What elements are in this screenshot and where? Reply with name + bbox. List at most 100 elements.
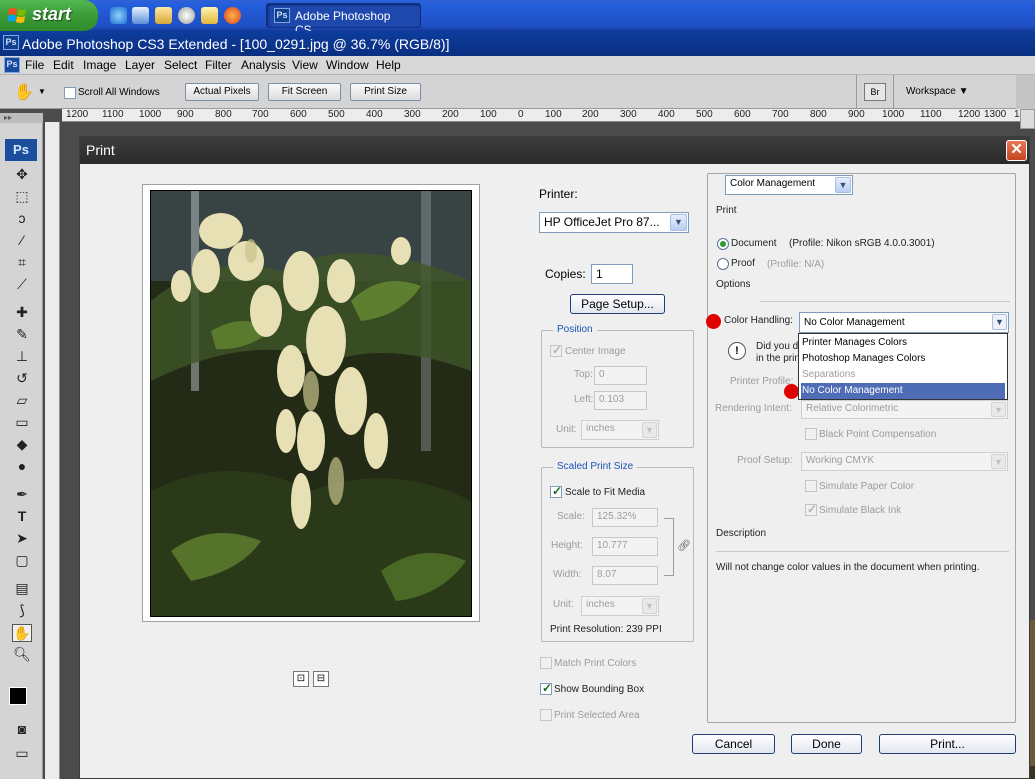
menu-layer[interactable]: Layer [125, 58, 155, 72]
section-select[interactable]: Color Management ▼ [725, 175, 853, 195]
center-orientation-icon[interactable]: ⊡ [293, 671, 309, 687]
eraser-tool-icon[interactable]: ▱ [12, 392, 32, 410]
ruler-label: 1200 [958, 109, 981, 120]
menu-help[interactable]: Help [376, 58, 401, 72]
color-handling-select[interactable]: No Color Management ▼ [799, 312, 1009, 333]
print-button[interactable]: Print... [879, 734, 1016, 754]
option-printer-manages-colors[interactable]: Printer Manages Colors [801, 335, 1005, 351]
dodge-tool-icon[interactable]: ● [12, 458, 32, 476]
simulate-black-ink-checkbox[interactable] [805, 502, 817, 516]
option-no-color-management[interactable]: No Color Management [801, 383, 1005, 399]
menu-analysis[interactable]: Analysis [241, 58, 286, 72]
vertical-scrollbar-up[interactable] [1020, 109, 1035, 129]
photoshop-icon: Ps [3, 35, 19, 50]
eyedropper-tool-icon[interactable]: ⟆ [12, 602, 32, 620]
brush-tool-icon[interactable]: ✎ [12, 326, 32, 344]
fit-screen-button[interactable]: Fit Screen [268, 83, 341, 101]
ruler-label: 1300 [984, 109, 1007, 120]
left-input[interactable]: 0.103 [594, 391, 647, 410]
pen-tool-icon[interactable]: ✒ [12, 486, 32, 504]
rotate-orientation-icon[interactable]: ⊟ [313, 671, 329, 687]
scaled-print-size-group: Scaled Print Size Scale to Fit Media Sca… [541, 461, 694, 642]
magic-wand-tool-icon[interactable]: ⁄ [12, 232, 32, 250]
taskbar-photoshop-button[interactable]: Ps Adobe Photoshop CS... [266, 3, 421, 37]
close-icon[interactable]: ✕ [1006, 140, 1027, 161]
path-selection-tool-icon[interactable]: ➤ [12, 530, 32, 548]
folder-icon[interactable] [201, 7, 218, 24]
simulate-paper-color-checkbox[interactable] [805, 480, 817, 492]
chevron-down-icon: ▼ [991, 402, 1006, 417]
screen-mode-icon[interactable]: ▭ [12, 745, 32, 763]
crop-tool-icon[interactable]: ⌗ [12, 254, 32, 272]
gradient-tool-icon[interactable]: ▭ [12, 414, 32, 432]
toolbox-collapse-icon[interactable]: ▸▸ [0, 113, 43, 123]
printer-select[interactable]: HP OfficeJet Pro 87... ▼ [539, 212, 689, 233]
zoom-tool-icon[interactable]: 🔍︎ [12, 646, 32, 664]
quick-mask-icon[interactable]: ◙ [12, 721, 32, 739]
width-input[interactable]: 8.07 [592, 566, 658, 585]
panel-well [1016, 75, 1035, 109]
menu-filter[interactable]: Filter [205, 58, 232, 72]
print-size-button[interactable]: Print Size [350, 83, 421, 101]
menu-image[interactable]: Image [83, 58, 116, 72]
blur-tool-icon[interactable]: ◆ [12, 436, 32, 454]
history-brush-tool-icon[interactable]: ↺ [12, 370, 32, 388]
media-player-icon[interactable] [178, 7, 195, 24]
done-button[interactable]: Done [791, 734, 862, 754]
photoshop-logo-icon[interactable]: Ps [5, 139, 37, 161]
marquee-tool-icon[interactable]: ⬚ [12, 188, 32, 206]
dialog-titlebar: Print ✕ [80, 137, 1029, 164]
move-tool-icon[interactable]: ✥ [12, 166, 32, 184]
warning-icon: ! [728, 342, 746, 360]
copies-input[interactable]: 1 [591, 264, 633, 284]
scaled-unit-select[interactable]: inches ▼ [581, 596, 659, 616]
rendering-intent-select[interactable]: Relative Colorimetric ▼ [801, 400, 1008, 419]
workspace-menu[interactable]: Workspace ▼ [906, 86, 969, 97]
proof-setup-select[interactable]: Working CMYK ▼ [801, 452, 1008, 471]
scroll-all-windows-checkbox[interactable] [64, 87, 76, 99]
preview-image[interactable] [150, 190, 472, 617]
position-unit-select[interactable]: inches ▼ [581, 420, 659, 440]
menu-file[interactable]: File [25, 58, 44, 72]
hand-tool-icon[interactable]: ✋ [12, 624, 32, 642]
actual-pixels-button[interactable]: Actual Pixels [185, 83, 259, 101]
menu-edit[interactable]: Edit [53, 58, 74, 72]
match-print-colors-checkbox[interactable] [540, 657, 552, 669]
clone-stamp-tool-icon[interactable]: ⊥ [12, 348, 32, 366]
document-radio[interactable] [717, 238, 729, 250]
photoshop-app-menu-icon[interactable]: Ps [4, 57, 20, 73]
top-input[interactable]: 0 [594, 366, 647, 385]
internet-explorer-icon[interactable] [110, 7, 127, 24]
firefox-icon[interactable] [224, 7, 241, 24]
hand-tool-icon[interactable]: ✋ [14, 82, 34, 102]
option-separations[interactable]: Separations [801, 367, 1005, 383]
tool-preset-chevron-down-icon[interactable]: ▼ [38, 87, 46, 96]
scale-input[interactable]: 125.32% [592, 508, 658, 527]
healing-brush-tool-icon[interactable]: ✚ [12, 304, 32, 322]
simulate-paper-color-label: Simulate Paper Color [819, 481, 915, 492]
scale-to-fit-checkbox[interactable] [550, 484, 562, 498]
page-setup-button[interactable]: Page Setup... [570, 294, 665, 314]
black-point-compensation-checkbox[interactable] [805, 428, 817, 440]
show-bounding-box-checkbox[interactable] [540, 681, 552, 695]
app-quicklaunch-icon[interactable] [155, 7, 172, 24]
bridge-icon[interactable]: Br [864, 83, 886, 101]
foreground-color-swatch[interactable] [9, 687, 27, 705]
options-bar: ✋ ▼ Scroll All Windows Actual Pixels Fit… [0, 75, 1035, 109]
cancel-button[interactable]: Cancel [692, 734, 775, 754]
outlook-icon[interactable] [132, 7, 149, 24]
proof-radio[interactable] [717, 258, 729, 270]
menu-window[interactable]: Window [326, 58, 369, 72]
print-preview [142, 184, 480, 622]
slice-tool-icon[interactable]: ⟋ [12, 276, 32, 294]
menu-view[interactable]: View [292, 58, 318, 72]
option-photoshop-manages-colors[interactable]: Photoshop Manages Colors [801, 351, 1005, 367]
center-image-checkbox[interactable] [550, 343, 562, 357]
lasso-tool-icon[interactable]: ↄ [12, 210, 32, 228]
menu-select[interactable]: Select [164, 58, 197, 72]
notes-tool-icon[interactable]: ▤ [12, 580, 32, 598]
type-tool-icon[interactable]: T [12, 508, 32, 526]
height-input[interactable]: 10.777 [592, 537, 658, 556]
shape-tool-icon[interactable]: ▢ [12, 552, 32, 570]
print-selected-area-checkbox[interactable] [540, 709, 552, 721]
